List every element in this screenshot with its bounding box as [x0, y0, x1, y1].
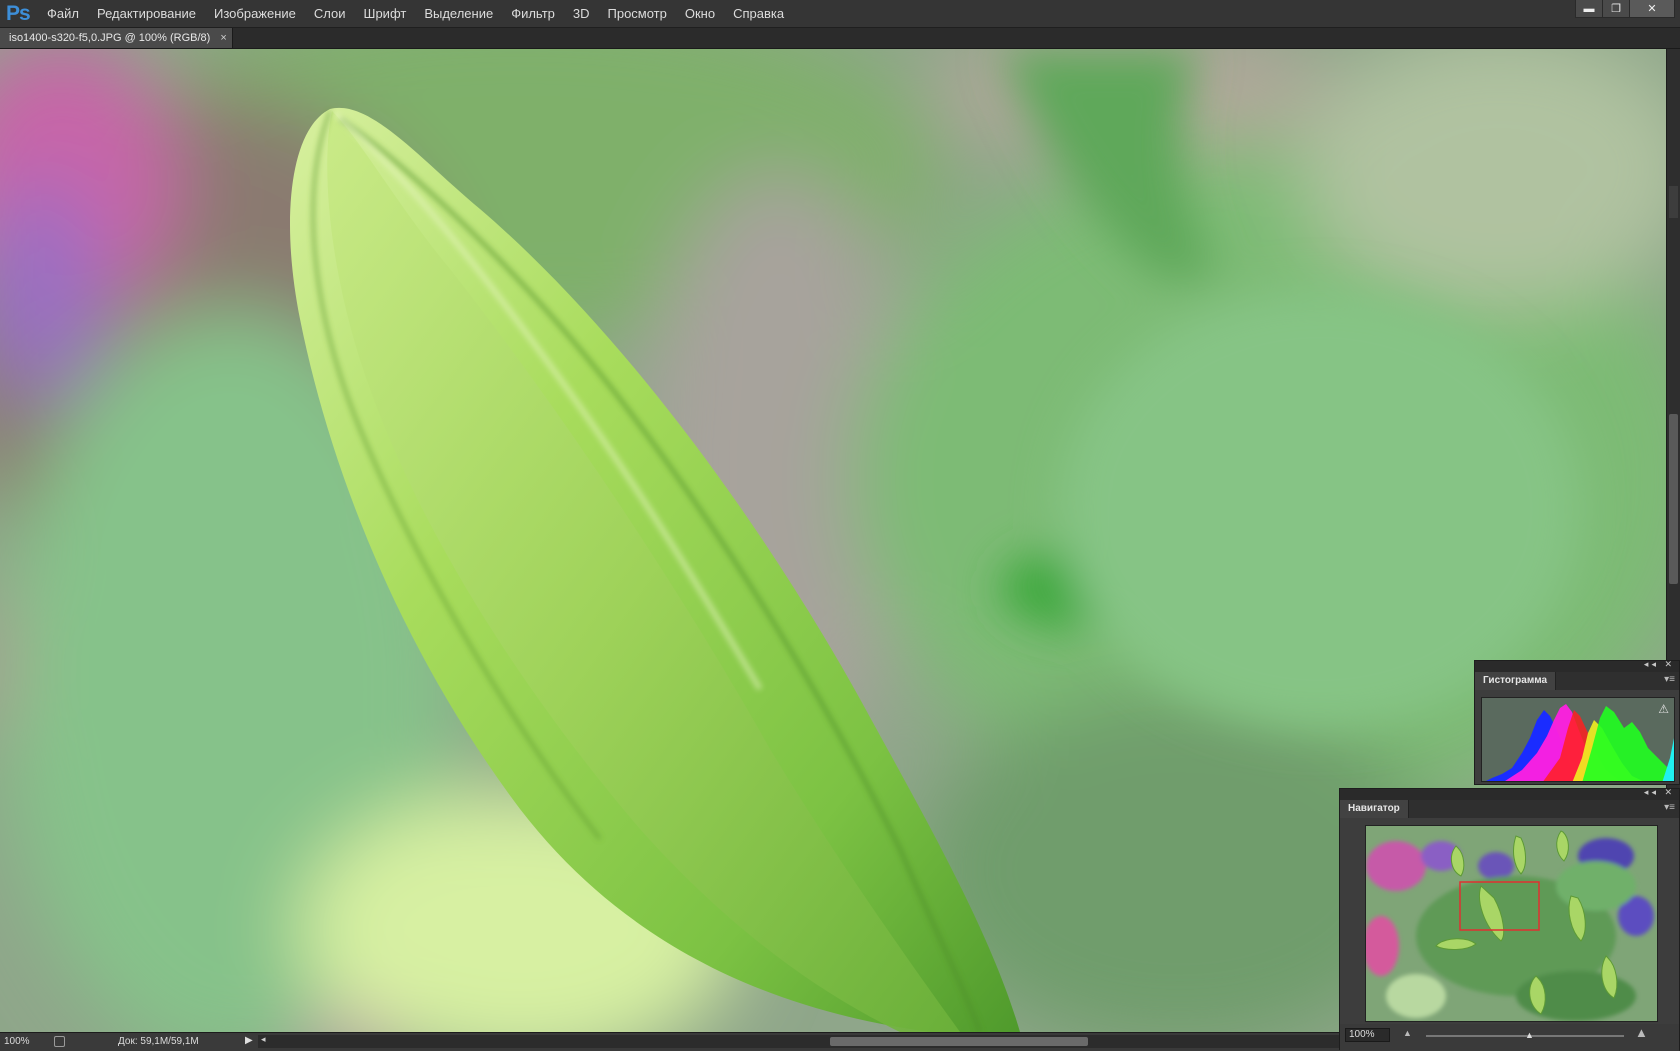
panel-header-strip: ◂◂ ✕ [1340, 787, 1679, 800]
scroll-left-icon[interactable]: ◂ [261, 1034, 266, 1045]
navigator-zoom-field[interactable]: 100% [1345, 1028, 1390, 1042]
menu-image[interactable]: Изображение [205, 0, 305, 27]
zoom-slider-knob[interactable]: ▲ [1525, 1030, 1534, 1040]
panel-menu-icon[interactable]: ▾≡ [1664, 802, 1675, 813]
navigator-zoom-slider[interactable]: ▲ [1426, 1030, 1624, 1040]
status-menu-arrow-icon[interactable]: ▶ [245, 1035, 253, 1046]
menu-bar: Ps Файл Редактирование Изображение Слои … [0, 0, 1680, 28]
document-tab[interactable]: iso1400-s320-f5,0.JPG @ 100% (RGB/8) × [0, 28, 233, 48]
warning-icon[interactable]: ⚠ [1658, 702, 1669, 716]
histogram-graph: ⚠ [1481, 697, 1675, 782]
panel-tab-bar: Навигатор ▾≡ [1340, 800, 1679, 818]
panel-header-strip: ◂◂ ✕ [1475, 659, 1679, 672]
navigator-preview-image [1366, 826, 1657, 1021]
status-zoom-value[interactable]: 100% [4, 1036, 30, 1047]
collapse-close-icons[interactable]: ◂◂ ✕ [1644, 787, 1675, 798]
histogram-panel: ◂◂ ✕ Гистограмма ▾≡ ⚠ [1474, 659, 1680, 785]
vertical-scrollbar-thumb[interactable] [1669, 414, 1678, 584]
zoom-out-icon[interactable]: ▲ [1403, 1028, 1412, 1038]
navigator-panel: ◂◂ ✕ Навигатор ▾≡ 100% ▲ ▲ ▲ [1339, 787, 1680, 1051]
menu-help[interactable]: Справка [724, 0, 793, 27]
menu-select[interactable]: Выделение [415, 0, 502, 27]
restore-button[interactable]: ❐ [1602, 0, 1630, 18]
menu-edit[interactable]: Редактирование [88, 0, 205, 27]
status-bar: 100% Док: 59,1M/59,1M ▶ ◂ [0, 1032, 1340, 1051]
document-tab-title: iso1400-s320-f5,0.JPG @ 100% (RGB/8) [9, 32, 211, 44]
tab-histogram[interactable]: Гистограмма [1475, 672, 1557, 690]
scrollbar-track-mark [1669, 186, 1678, 218]
menu-type[interactable]: Шрифт [355, 0, 416, 27]
zoom-in-icon[interactable]: ▲ [1635, 1025, 1648, 1040]
minimize-button[interactable]: ▬ [1575, 0, 1603, 18]
navigator-thumbnail[interactable] [1365, 825, 1658, 1022]
panel-menu-icon[interactable]: ▾≡ [1664, 674, 1675, 685]
close-window-button[interactable]: ✕ [1629, 0, 1675, 18]
proof-setup-icon[interactable] [54, 1036, 65, 1047]
horizontal-scrollbar[interactable]: ◂ [258, 1034, 1340, 1048]
menu-window[interactable]: Окно [676, 0, 724, 27]
menu-items: Файл Редактирование Изображение Слои Шри… [38, 0, 793, 27]
menu-3d[interactable]: 3D [564, 0, 599, 27]
menu-view[interactable]: Просмотр [599, 0, 676, 27]
document-size-info: Док: 59,1M/59,1M [118, 1036, 199, 1047]
menu-layers[interactable]: Слои [305, 0, 355, 27]
close-tab-icon[interactable]: × [220, 32, 226, 44]
photoshop-logo: Ps [6, 2, 31, 25]
collapse-close-icons[interactable]: ◂◂ ✕ [1644, 659, 1675, 670]
navigator-controls: 100% ▲ ▲ ▲ [1340, 1024, 1679, 1051]
panel-tab-bar: Гистограмма ▾≡ [1475, 672, 1679, 690]
menu-file[interactable]: Файл [38, 0, 88, 27]
histogram-curves [1486, 704, 1674, 781]
horizontal-scrollbar-thumb[interactable] [830, 1037, 1088, 1046]
menu-filter[interactable]: Фильтр [502, 0, 564, 27]
document-tab-bar: iso1400-s320-f5,0.JPG @ 100% (RGB/8) × [0, 28, 1680, 49]
tab-navigator[interactable]: Навигатор [1340, 800, 1409, 818]
